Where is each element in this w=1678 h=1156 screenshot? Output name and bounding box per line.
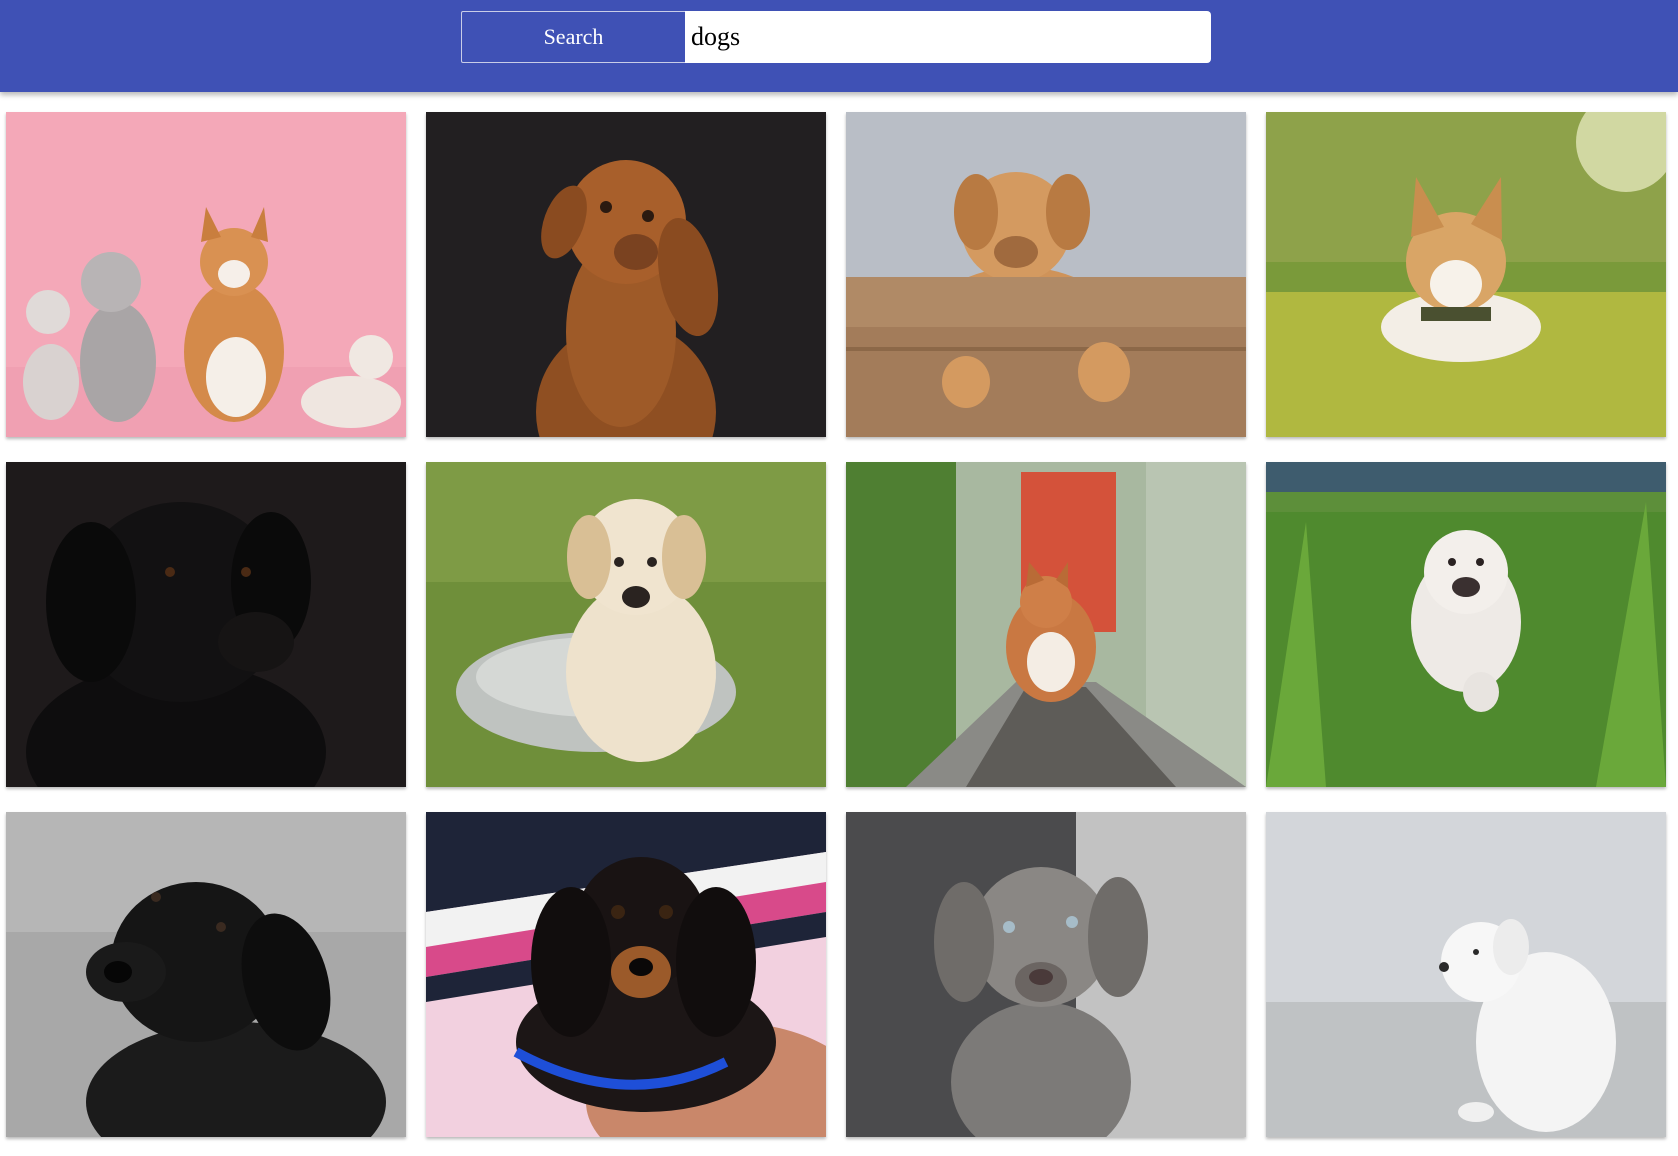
image-card[interactable] (6, 112, 406, 437)
dog-photo (1266, 112, 1666, 437)
image-card[interactable] (846, 112, 1246, 437)
dog-photo (426, 462, 826, 787)
image-card[interactable] (426, 812, 826, 1137)
dog-photo (6, 812, 406, 1137)
app-bar: Search (0, 0, 1678, 92)
image-card[interactable] (6, 812, 406, 1137)
search-form: Search (461, 11, 1211, 63)
image-card[interactable] (846, 462, 1246, 787)
image-card[interactable] (426, 112, 826, 437)
image-card[interactable] (846, 812, 1246, 1137)
dog-photo (426, 112, 826, 437)
image-card[interactable] (426, 462, 826, 787)
dog-photo (1266, 462, 1666, 787)
image-results-grid (6, 112, 1668, 1137)
dog-photo (1266, 812, 1666, 1137)
image-card[interactable] (1266, 812, 1666, 1137)
dog-photo (846, 462, 1246, 787)
search-input[interactable] (685, 11, 1211, 63)
image-card[interactable] (6, 462, 406, 787)
dog-photo (426, 812, 826, 1137)
image-card[interactable] (1266, 462, 1666, 787)
dog-photo (846, 812, 1246, 1137)
search-button[interactable]: Search (461, 11, 685, 63)
dog-photo (846, 112, 1246, 437)
image-card[interactable] (1266, 112, 1666, 437)
dog-photo (6, 462, 406, 787)
dog-photo (6, 112, 406, 437)
